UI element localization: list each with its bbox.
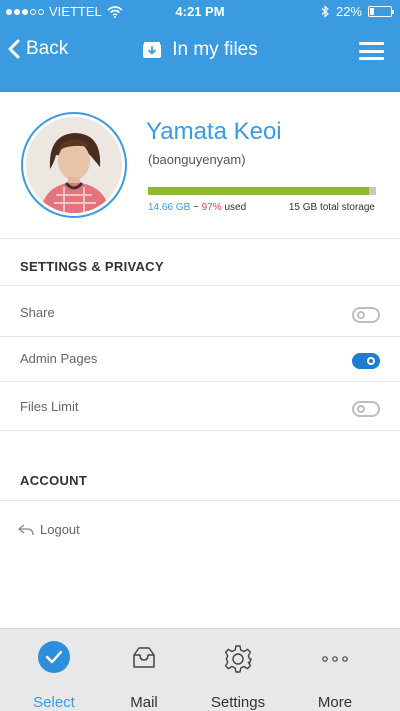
storage-used-fill xyxy=(148,187,370,195)
divider xyxy=(0,285,400,286)
bluetooth-icon xyxy=(321,5,329,18)
app-header: VIETTEL 4:21 PM 22% Back In my files xyxy=(0,0,400,92)
storage-separator: ~ xyxy=(190,202,202,213)
divider xyxy=(0,336,400,337)
status-right: 22% xyxy=(321,4,394,19)
account-section-title: ACCOUNT xyxy=(20,473,88,488)
battery-percent: 22% xyxy=(335,4,362,19)
inbox-tray-icon xyxy=(133,647,155,668)
divider xyxy=(0,430,400,431)
nav-bar: Back In my files xyxy=(0,28,400,74)
storage-used-percent: 97% xyxy=(201,202,222,213)
files-limit-toggle[interactable] xyxy=(352,401,380,417)
storage-progress-bar xyxy=(148,187,376,195)
setting-files-limit-label: Files Limit xyxy=(20,399,79,414)
storage-total: 15 GB total storage xyxy=(288,202,375,213)
avatar-photo xyxy=(26,117,122,213)
tab-more[interactable]: More xyxy=(285,641,385,711)
page-title-text: In my files xyxy=(172,39,258,60)
status-bar: VIETTEL 4:21 PM 22% xyxy=(0,0,400,22)
user-photo-icon xyxy=(26,117,122,213)
gear-icon xyxy=(224,645,252,673)
setting-share-label: Share xyxy=(20,305,55,320)
tab-bar: Select Mail Settings More xyxy=(0,628,400,711)
profile-name: Yamata Keoi xyxy=(146,118,282,145)
logout-button[interactable]: Logout xyxy=(18,522,80,537)
battery-level-fill xyxy=(370,8,375,15)
toggle-knob xyxy=(357,405,365,413)
setting-admin-pages-label: Admin Pages xyxy=(20,351,98,366)
divider xyxy=(0,500,400,501)
tab-mail-label: Mail xyxy=(130,694,158,711)
inbox-download-icon xyxy=(143,42,162,58)
avatar[interactable] xyxy=(21,112,127,218)
storage-used-amount: 14.66 GB xyxy=(148,202,191,213)
tab-select-label: Select xyxy=(33,694,75,711)
battery-icon xyxy=(368,6,394,17)
toggle-knob xyxy=(367,357,375,365)
hamburger-menu-icon[interactable] xyxy=(359,42,384,60)
tab-select[interactable]: Select xyxy=(4,641,104,711)
settings-section-title: SETTINGS & PRIVACY xyxy=(20,259,164,274)
tab-settings-label: Settings xyxy=(210,694,266,711)
tab-more-label: More xyxy=(317,694,353,711)
admin-pages-toggle[interactable] xyxy=(352,353,380,369)
share-toggle[interactable] xyxy=(352,307,380,323)
divider xyxy=(0,381,400,382)
tab-settings[interactable]: Settings xyxy=(188,641,288,711)
check-circle-icon xyxy=(38,641,70,673)
toggle-knob xyxy=(357,311,365,319)
storage-used-text: 14.66 GB ~ 97% used xyxy=(148,202,246,213)
storage-used-suffix: used xyxy=(221,202,247,213)
more-dots-icon xyxy=(322,656,348,662)
page-title: In my files xyxy=(0,39,400,61)
tab-mail[interactable]: Mail xyxy=(94,641,194,711)
divider xyxy=(0,238,400,239)
reply-arrow-icon xyxy=(18,523,34,535)
logout-label: Logout xyxy=(40,522,80,537)
profile-username: (baonguyenyam) xyxy=(148,152,246,167)
